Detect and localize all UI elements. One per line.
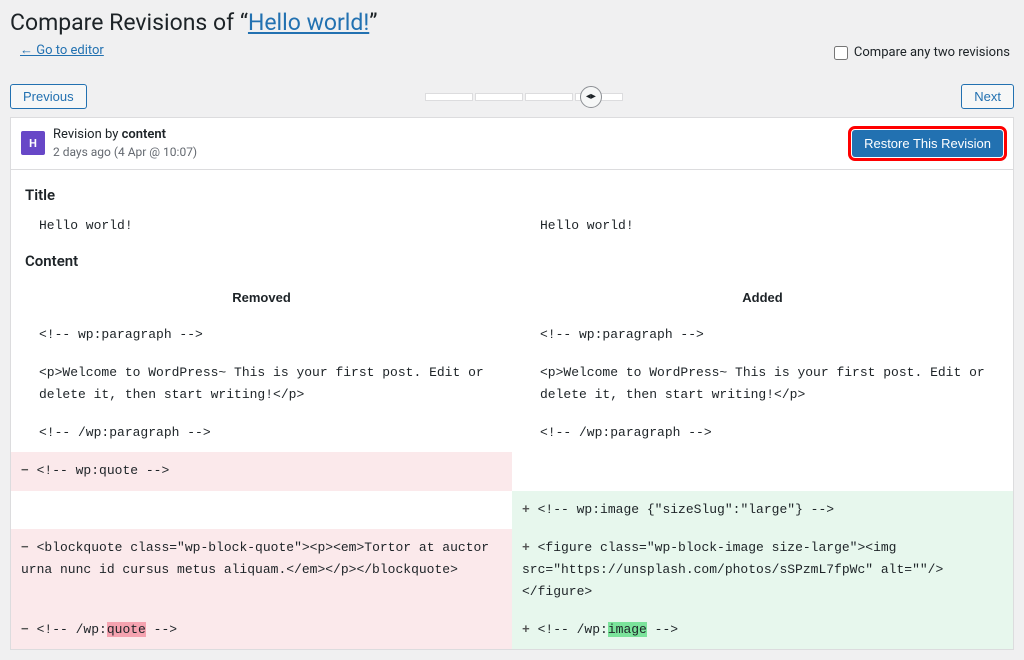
removed-heading: Removed	[11, 276, 512, 316]
slider-handle[interactable]: ◂▸	[580, 86, 602, 108]
page-title: Compare Revisions of “Hello world!”	[10, 9, 1014, 36]
revision-diff-panel: Title Hello world! Hello world! Content …	[10, 170, 1014, 650]
added-heading: Added	[512, 276, 1013, 316]
plus-icon: +	[522, 502, 530, 517]
title-left: Hello world!	[25, 214, 498, 238]
revision-meta-bar: H Revision by content 2 days ago (4 Apr …	[10, 117, 1014, 170]
diff-cell-added: + <figure class="wp-block-image size-lar…	[512, 529, 1013, 611]
go-to-editor-link[interactable]: ← Go to editor	[10, 36, 104, 58]
diff-row: <p>Welcome to WordPress~ This is your fi…	[11, 354, 1013, 414]
diff-row: − <!-- /wp:quote --> + <!-- /wp:image --…	[11, 611, 1013, 649]
slider-tick	[425, 93, 473, 101]
diff-row: − <!-- wp:quote -->	[11, 452, 1013, 490]
diff-cell-added: + <!-- /wp:image -->	[512, 611, 1013, 649]
compare-checkbox-label: Compare any two revisions	[854, 45, 1010, 60]
diff-cell-added: + <!-- wp:image {"sizeSlug":"large"} -->	[512, 491, 1013, 529]
diff-highlight-added: image	[608, 622, 647, 637]
previous-button[interactable]: Previous	[10, 84, 87, 109]
avatar: H	[21, 131, 45, 155]
diff-cell-left: <p>Welcome to WordPress~ This is your fi…	[11, 354, 512, 414]
slider-tick	[475, 93, 523, 101]
diff-cell-removed: − <blockquote class="wp-block-quote"><p>…	[11, 529, 512, 611]
content-section-label: Content	[11, 242, 1013, 276]
compare-checkbox-input[interactable]	[834, 46, 848, 60]
diff-cell-right: <!-- wp:paragraph -->	[512, 316, 1013, 354]
diff-row: <!-- wp:paragraph --> <!-- wp:paragraph …	[11, 316, 1013, 354]
diff-cell-empty	[512, 452, 1013, 490]
diff-cell-left: <!-- wp:paragraph -->	[11, 316, 512, 354]
revision-nav: Previous ◂▸ Next	[0, 62, 1024, 117]
next-button[interactable]: Next	[961, 84, 1014, 109]
diff-cell-empty	[11, 491, 512, 529]
diff-row: − <blockquote class="wp-block-quote"><p>…	[11, 529, 1013, 611]
title-right: Hello world!	[526, 214, 999, 238]
restore-revision-button[interactable]: Restore This Revision	[852, 130, 1003, 157]
title-diff: Hello world! Hello world!	[11, 210, 1013, 242]
diff-cell-removed: − <!-- wp:quote -->	[11, 452, 512, 490]
diff-highlight-removed: quote	[107, 622, 146, 637]
minus-icon: −	[21, 540, 29, 555]
revision-author: Revision by content	[53, 126, 852, 144]
plus-icon: +	[522, 540, 530, 555]
title-prefix: Compare Revisions of	[10, 9, 240, 36]
diff-row: <!-- /wp:paragraph --> <!-- /wp:paragrap…	[11, 414, 1013, 452]
plus-icon: +	[522, 622, 530, 637]
revision-time: 2 days ago (4 Apr @ 10:07)	[53, 144, 852, 161]
minus-icon: −	[21, 622, 29, 637]
diff-cell-right: <p>Welcome to WordPress~ This is your fi…	[512, 354, 1013, 414]
diff-cell-removed: − <!-- /wp:quote -->	[11, 611, 512, 649]
slider-tick	[525, 93, 573, 101]
title-section-label: Title	[11, 176, 1013, 210]
diff-cell-right: <!-- /wp:paragraph -->	[512, 414, 1013, 452]
revision-slider[interactable]: ◂▸	[87, 93, 962, 101]
minus-icon: −	[21, 463, 29, 478]
diff-table: <!-- wp:paragraph --> <!-- wp:paragraph …	[11, 316, 1013, 649]
compare-two-checkbox[interactable]: Compare any two revisions	[834, 45, 1010, 60]
diff-cell-left: <!-- /wp:paragraph -->	[11, 414, 512, 452]
post-link[interactable]: Hello world!	[248, 9, 369, 36]
diff-row: + <!-- wp:image {"sizeSlug":"large"} -->	[11, 491, 1013, 529]
